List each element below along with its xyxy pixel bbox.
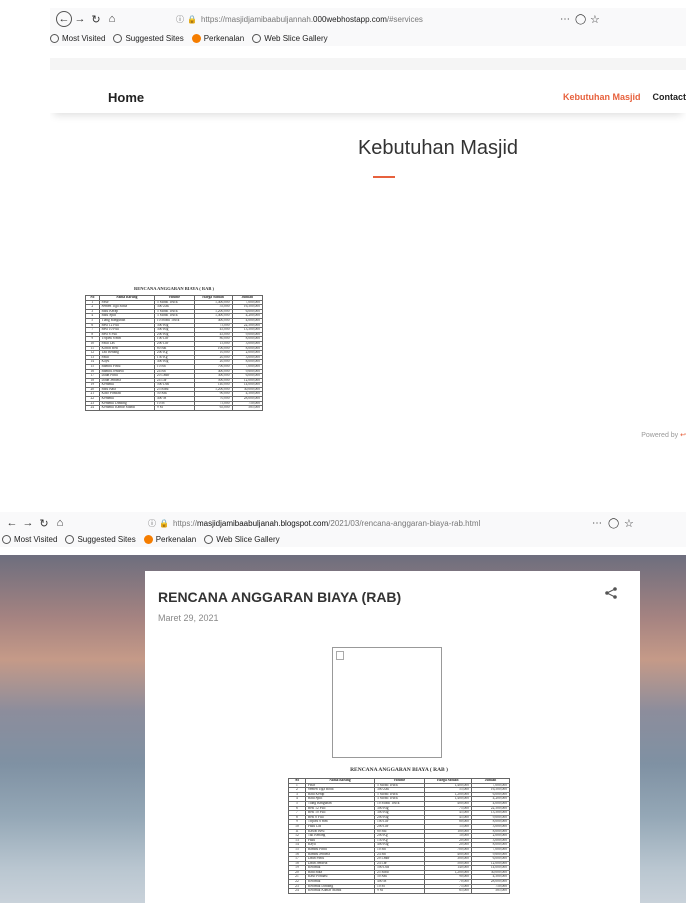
rab-title: RENCANA ANGGARAN BIAYA ( RAB ) [133,286,215,291]
post-title: RENCANA ANGGARAN BIAYA (RAB) [158,589,402,605]
site-header: Home Kebutuhan Masjid Contact [50,58,686,113]
bookmark-suggested-sites[interactable]: Suggested Sites [113,33,184,43]
url-bar-2[interactable]: ⓘ 🔒 https://masjidjamibaabuljanah.blogsp… [148,515,618,531]
home-link[interactable]: Home [108,90,144,105]
globe-icon [252,33,262,43]
url-host: 000webhostapp.com [313,14,387,24]
bookmark-most-visited-2[interactable]: Most Visited [2,534,57,544]
url-bar[interactable]: ⓘ 🔒 https://masjidjamibaabuljannah. 000we… [176,11,596,27]
reload-button[interactable]: ↻ [88,11,104,27]
rab-cell: 24 [85,405,100,411]
rab-cell: 9 M [374,888,425,894]
bookmarks-bar: Most Visited Suggested Sites Perkenalan … [50,30,686,46]
info-icon-2: ⓘ [148,518,156,528]
forward-button[interactable]: → [72,11,88,27]
rab-table: No Nama Barang Volume Harga Satuan Jumlah 1 Pa… [85,295,264,411]
gear-icon [50,33,59,43]
blogger-icon [191,33,201,43]
powered-by: Powered by ↩ [641,432,686,439]
rab-cell: 24 [288,888,306,894]
lock-icon: 🔒 [187,14,197,24]
site-nav: Kebutuhan Masjid Contact [563,92,686,102]
bookmark-most-visited[interactable]: Most Visited [50,33,105,43]
bookmark-suggested-sites-2[interactable]: Suggested Sites [65,534,136,544]
bookmark-web-slice-gallery[interactable]: Web Slice Gallery [252,33,328,43]
url-path: /#services [386,14,423,24]
rab-table-2: No Nama Barang Volume Harga Satuan Jumlah 1 Pa… [288,778,511,894]
pocket-icon-2[interactable]: ◯ [608,518,619,529]
share-icon[interactable] [604,586,618,600]
globe-icon [204,534,214,544]
post-card: RENCANA ANGGARAN BIAYA (RAB) Maret 29, 2… [145,571,640,903]
globe-icon [113,33,123,43]
back-button-2[interactable]: ← [4,515,20,531]
bookmarks-bar-2: Most Visited Suggested Sites Perkenalan … [0,531,686,547]
screenshot-top: ← → ↻ ⌂ ⓘ 🔒 https://masjidjamibaabuljann… [50,0,686,467]
screenshot-bottom: ← → ↻ ⌂ ⓘ 🔒 https://masjidjamibaabuljana… [0,509,686,903]
home-button-2[interactable]: ⌂ [52,515,68,531]
lock-icon-2: 🔒 [159,518,169,528]
page-actions-icon-2[interactable]: ⋯ [592,518,602,529]
globe-icon [65,534,75,544]
broken-image [332,647,442,758]
back-button[interactable]: ← [56,11,72,27]
rab-table-image: RENCANA ANGGARAN BIAYA ( RAB ) No Nama Ba… [85,286,264,467]
nav-kebutuhan-masjid[interactable]: Kebutuhan Masjid [563,92,641,102]
title-underline [373,176,395,178]
section-title: Kebutuhan Masjid [357,137,519,159]
rab-cell: 585,000 [231,405,264,411]
rab-cell: 585,000 [470,888,511,894]
rab-cell: 65,000 [193,405,233,411]
blogger-logo-icon: ↩ [680,432,686,439]
rab-table-image-2: RENCANA ANGGARAN BIAYA ( RAB ) No Nama Ba… [288,767,511,903]
nav-contact[interactable]: Contact [653,92,686,102]
url-path-2: /2021/03/rencana-anggaran-biaya-rab.html [328,518,481,528]
bookmark-perkenalan-2[interactable]: Perkenalan [143,534,196,544]
bookmark-perkenalan[interactable]: Perkenalan [191,33,244,43]
bookmark-star-icon-2[interactable]: ☆ [624,517,634,530]
gear-icon [2,534,11,544]
url-prefix-2: https:// [172,518,197,528]
bookmark-star-icon[interactable]: ☆ [590,13,600,26]
bookmark-web-slice-gallery-2[interactable]: Web Slice Gallery [204,534,280,544]
blogger-icon [143,534,153,544]
home-button[interactable]: ⌂ [104,11,120,27]
rab-title-2: RENCANA ANGGARAN BIAYA ( RAB ) [350,767,448,773]
rab-cell: Keramik Kamar Mandi [304,888,376,894]
rab-row: 24 Keramik Kamar Mandi 9 M 65,000 585,000 [288,888,511,894]
info-icon: ⓘ [176,14,184,24]
rab-cell: Keramik Kamar Mandi [98,405,155,411]
post-date: Maret 29, 2021 [158,613,219,623]
url-prefix: https://masjidjamibaabuljannah. [200,14,314,24]
page-actions-icon[interactable]: ⋯ [560,14,570,25]
rab-row: 24 Keramik Kamar Mandi 9 M 65,000 585,000 [85,405,264,411]
rab-cell: 65,000 [423,888,472,894]
rab-cell: 9 M [153,405,195,411]
pocket-icon[interactable]: ◯ [575,14,586,25]
reload-button-2[interactable]: ↻ [36,515,52,531]
url-host-2: masjidjamibaabuljanah.blogspot.com [196,518,329,528]
broken-image-icon [336,651,344,660]
browser-toolbar: ← → ↻ ⌂ ⓘ 🔒 https://masjidjamibaabuljann… [50,8,686,30]
forward-button-2[interactable]: → [20,515,36,531]
